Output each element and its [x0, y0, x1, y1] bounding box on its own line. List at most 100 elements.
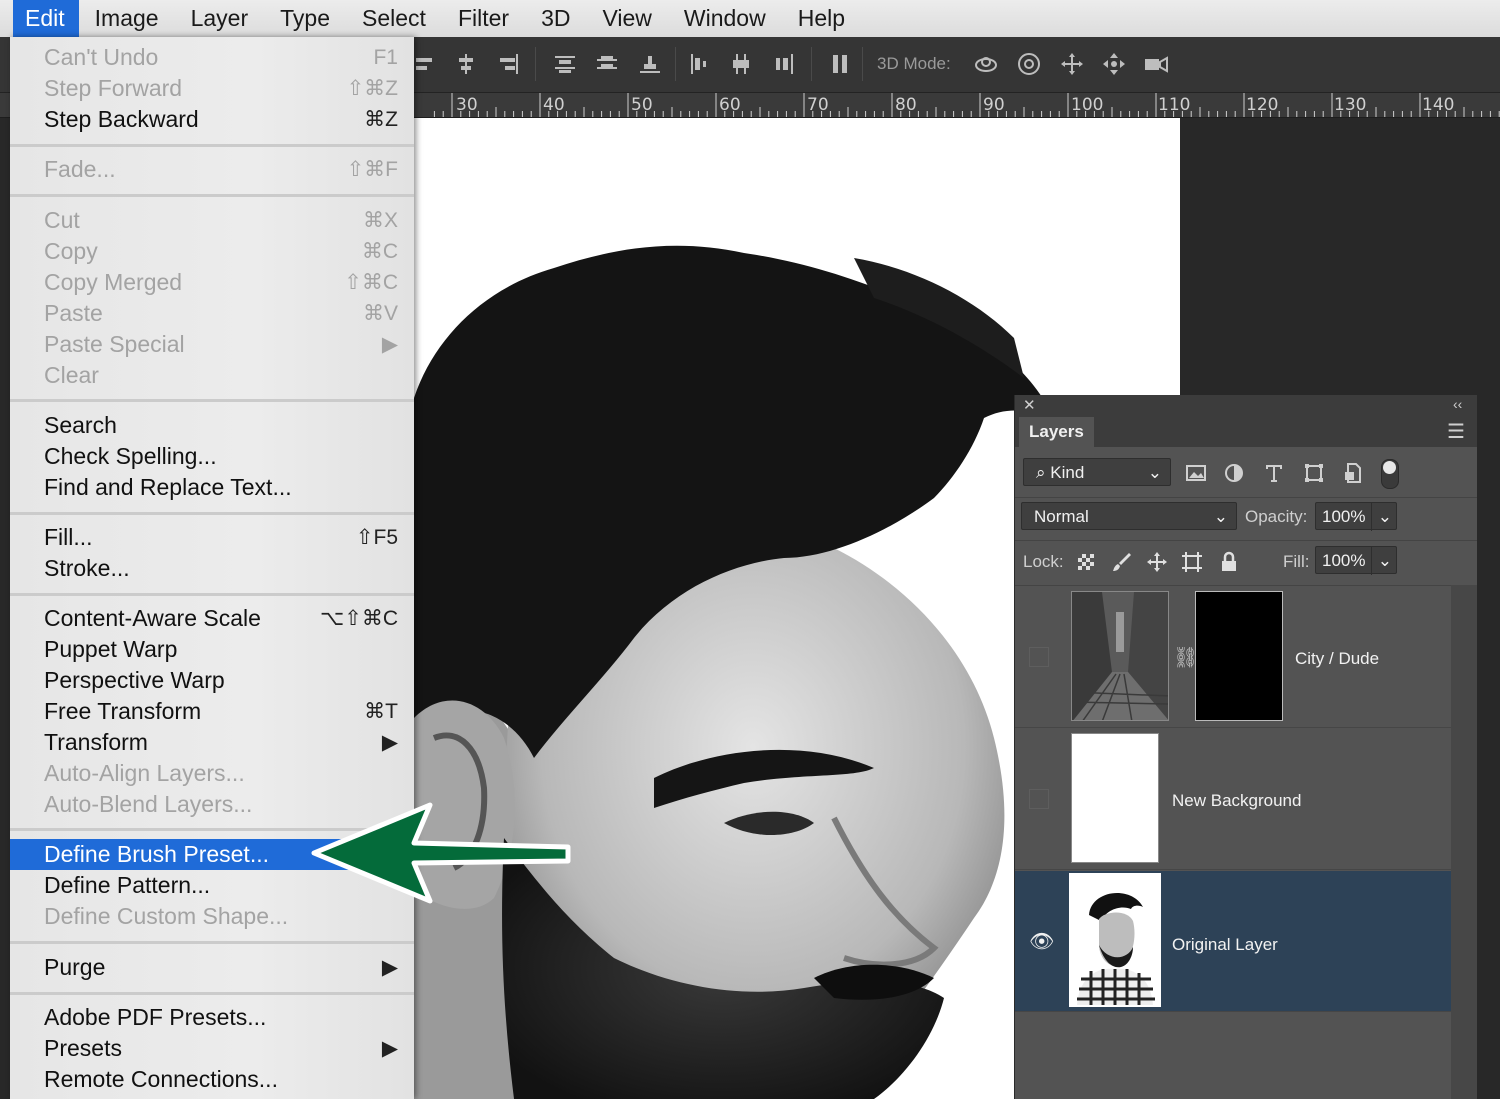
type-filter-icon[interactable] — [1263, 462, 1285, 484]
menu-item-purge[interactable]: Purge ▶ — [10, 952, 414, 983]
menu-item-copy-merged: Copy Merged ⇧⌘C — [44, 269, 398, 295]
menu-edit[interactable]: Edit — [13, 0, 79, 37]
filter-kind-select[interactable]: ⌕ Kind ⌄ — [1023, 458, 1171, 486]
eye-icon[interactable]: 👁 — [1029, 929, 1054, 954]
layer-row-city-dude[interactable]: ⛓ City / Dude — [1015, 587, 1451, 728]
menu-item-perspective-warp[interactable]: Perspective Warp — [10, 665, 414, 696]
close-panel-icon[interactable]: ✕ — [1023, 396, 1036, 414]
distribute-left-icon[interactable] — [686, 51, 712, 77]
ruler-label: 50 — [631, 95, 653, 115]
menu-item-free-transform[interactable]: Free Transform ⌘T — [10, 696, 414, 727]
tab-layers[interactable]: Layers — [1019, 417, 1094, 447]
menu-item-step-forward: Step Forward ⇧⌘Z — [44, 75, 398, 101]
menu-item-cant-undo: Can't Undo F1 — [44, 44, 398, 70]
city-street-thumbnail — [1072, 592, 1168, 720]
menu-item-clear: Clear — [44, 362, 99, 388]
layer-name: Original Layer — [1172, 935, 1278, 954]
distribute-top-icon[interactable] — [552, 51, 578, 77]
menu-item-find-replace[interactable]: Find and Replace Text... — [10, 472, 414, 503]
menu-item-fill[interactable]: Fill... ⇧F5 — [10, 522, 414, 553]
menu-image[interactable]: Image — [79, 0, 175, 37]
menu-separator — [10, 593, 414, 596]
align-right-edges-icon[interactable] — [495, 51, 521, 77]
menu-separator — [10, 992, 414, 995]
separator — [535, 47, 536, 81]
ruler-label: 130 — [1334, 95, 1367, 115]
chevron-down-icon: ⌄ — [1213, 507, 1228, 526]
ruler-label: 90 — [983, 95, 1005, 115]
layer-row-new-background[interactable]: New Background — [1015, 729, 1451, 870]
smart-object-filter-icon[interactable] — [1342, 462, 1364, 484]
ruler-label: 70 — [807, 95, 829, 115]
menu-layer[interactable]: Layer — [175, 0, 265, 37]
ruler-label: 80 — [895, 95, 917, 115]
image-filter-icon[interactable] — [1185, 462, 1207, 484]
lock-image-pixels-brush-icon[interactable] — [1111, 551, 1133, 573]
shape-filter-icon[interactable] — [1303, 462, 1325, 484]
menu-item-presets[interactable]: Presets ▶ — [10, 1033, 414, 1064]
layer-mask-thumbnail[interactable] — [1195, 591, 1283, 721]
menu-select[interactable]: Select — [346, 0, 442, 37]
lock-artboard-icon[interactable] — [1181, 551, 1203, 573]
3d-roll-icon[interactable] — [1016, 51, 1042, 77]
menu-item-remote-connections[interactable]: Remote Connections... — [10, 1064, 414, 1095]
align-horizontal-centers-icon[interactable] — [453, 51, 479, 77]
blend-mode-select[interactable]: Normal ⌄ — [1021, 502, 1237, 530]
layers-scrollbar[interactable] — [1451, 585, 1477, 1099]
lock-all-icon[interactable] — [1218, 551, 1240, 573]
menu-help[interactable]: Help — [782, 0, 861, 37]
divider — [1015, 585, 1477, 586]
chevron-down-icon[interactable]: ⌄ — [1370, 503, 1392, 531]
menu-filter[interactable]: Filter — [442, 0, 525, 37]
filter-kind-label: Kind — [1050, 463, 1085, 482]
menu-item-cut: Cut ⌘X — [44, 207, 398, 233]
menu-item-adobe-pdf-presets[interactable]: Adobe PDF Presets... — [10, 1002, 414, 1033]
portrait-thumbnail — [1071, 875, 1159, 1005]
3d-orbit-icon[interactable] — [973, 51, 999, 77]
menu-item-puppet-warp[interactable]: Puppet Warp — [10, 634, 414, 665]
panel-menu-icon[interactable]: ☰ — [1447, 419, 1465, 444]
layer-thumbnail — [1069, 873, 1161, 1007]
distribute-centers-icon[interactable] — [594, 51, 620, 77]
chevron-down-icon: ⌄ — [1147, 463, 1162, 482]
layer-row-original-layer[interactable]: 👁 Original Layer — [1015, 871, 1451, 1012]
visibility-toggle[interactable] — [1029, 647, 1049, 667]
3d-scale-camera-icon[interactable] — [1143, 51, 1169, 77]
adjustment-filter-icon[interactable] — [1223, 462, 1245, 484]
menu-window[interactable]: Window — [668, 0, 782, 37]
menu-item-check-spelling[interactable]: Check Spelling... — [10, 441, 414, 472]
3d-slide-icon[interactable] — [1101, 51, 1127, 77]
menu-3d[interactable]: 3D — [525, 0, 586, 37]
menu-item-paste-special: Paste Special ▶ — [10, 329, 414, 360]
menu-type[interactable]: Type — [264, 0, 346, 37]
align-left-edges-icon[interactable] — [413, 51, 439, 77]
3d-mode-label: 3D Mode: — [877, 54, 951, 73]
menu-item-search[interactable]: Search — [10, 410, 414, 441]
menu-view[interactable]: View — [586, 0, 667, 37]
layer-thumbnail — [1071, 733, 1159, 863]
distribute-right-icon[interactable] — [771, 51, 797, 77]
distribute-horizontal-icon[interactable] — [728, 51, 754, 77]
ruler-label: 30 — [456, 95, 478, 115]
lock-position-move-icon[interactable] — [1146, 551, 1168, 573]
opacity-field[interactable]: 100% ⌄ — [1315, 502, 1397, 531]
distribute-bottom-icon[interactable] — [637, 51, 663, 77]
menu-item-step-backward[interactable]: Step Backward ⌘Z — [10, 104, 414, 135]
3d-pan-icon[interactable] — [1059, 51, 1085, 77]
menu-separator — [10, 399, 414, 402]
auto-align-icon[interactable] — [828, 51, 854, 77]
filter-toggle-switch[interactable] — [1381, 459, 1399, 489]
menu-item-transform[interactable]: Transform ▶ — [10, 727, 414, 758]
lock-transparent-pixels-icon[interactable] — [1075, 551, 1097, 573]
chevron-down-icon[interactable]: ⌄ — [1370, 547, 1392, 575]
menu-item-content-aware-scale[interactable]: Content-Aware Scale ⌥⇧⌘C — [10, 603, 414, 634]
ruler-label: 110 — [1158, 95, 1191, 115]
panel-tab-row: Layers ☰ — [1015, 417, 1477, 447]
collapse-panel-icon[interactable]: ‹‹ — [1453, 396, 1462, 412]
layer-thumbnail — [1071, 591, 1169, 721]
menu-item-stroke[interactable]: Stroke... — [10, 553, 414, 584]
menu-separator — [10, 194, 414, 197]
visibility-toggle[interactable] — [1029, 789, 1049, 809]
fill-field[interactable]: 100% ⌄ — [1315, 546, 1397, 575]
separator — [862, 47, 863, 81]
